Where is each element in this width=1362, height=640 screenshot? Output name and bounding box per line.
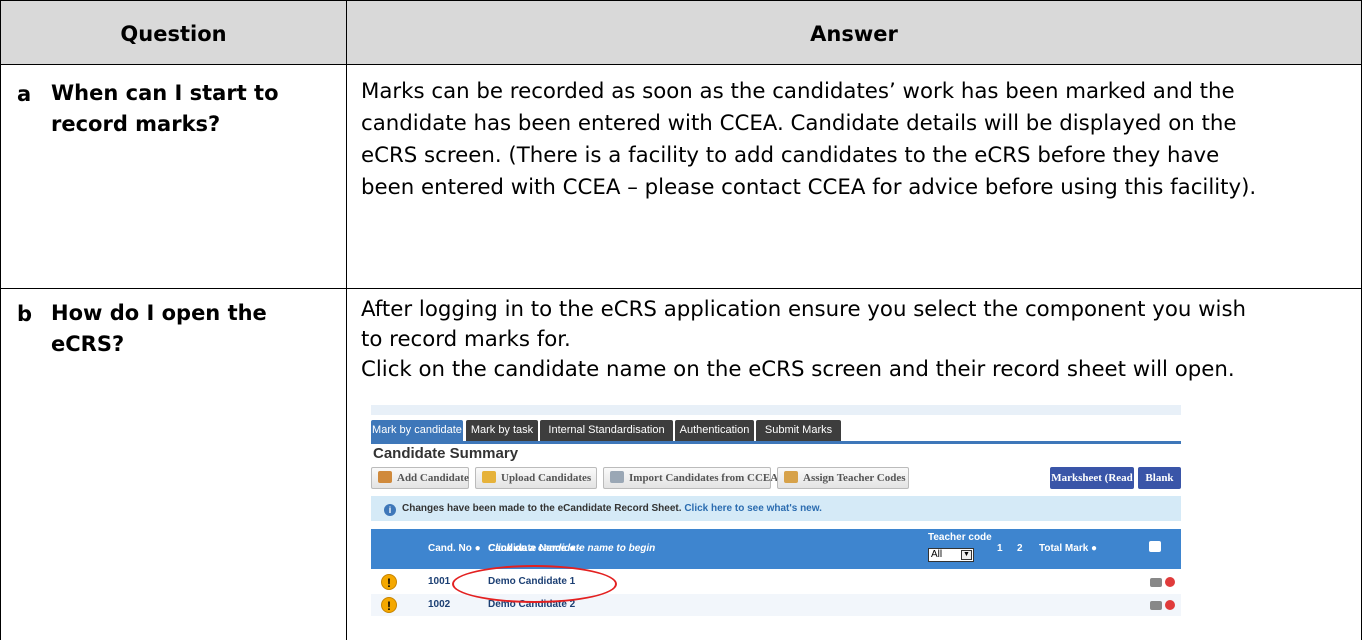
candidate-number: 1002: [428, 599, 451, 610]
tab-mark-by-candidate[interactable]: Mark by candidate: [371, 420, 463, 441]
add-user-icon: [378, 471, 392, 483]
tab-submit-marks[interactable]: Submit Marks: [756, 420, 841, 441]
import-candidates-button[interactable]: Import Candidates from CCEA: [603, 467, 778, 489]
candidate-number: 1001: [428, 576, 451, 587]
upload-candidates-button[interactable]: Upload Candidates: [475, 467, 597, 489]
row-letter-b: b: [17, 302, 33, 326]
column-teacher-code: Teacher code: [928, 532, 992, 543]
import-candidates-label: Import Candidates from CCEA: [629, 472, 779, 484]
table-border-top: [0, 0, 1362, 1]
add-candidate-button[interactable]: Add Candidate: [371, 467, 469, 489]
question-b: How do I open the eCRS?: [51, 298, 267, 360]
answer-a-line-2: candidate has been entered with CCEA. Ca…: [361, 111, 1237, 136]
printer-icon[interactable]: [1150, 601, 1162, 610]
remove-icon[interactable]: [1165, 577, 1175, 587]
users-icon: [784, 471, 798, 483]
upload-icon: [482, 471, 496, 483]
table-border-left: [0, 0, 1, 640]
warning-icon: !: [381, 597, 397, 613]
column-cand-no[interactable]: Cand. No ●: [428, 543, 481, 554]
answer-a: Marks can be recorded as soon as the can…: [361, 76, 1256, 204]
chevron-down-icon: ▼: [961, 550, 972, 560]
answer-a-line-1: Marks can be recorded as soon as the can…: [361, 79, 1235, 104]
column-candidate-name[interactable]: Candidate Name ● - Click on a candidate …: [488, 543, 655, 554]
assign-teacher-codes-button[interactable]: Assign Teacher Codes: [777, 467, 909, 489]
warning-icon: !: [381, 574, 397, 590]
question-header: Question: [120, 22, 227, 46]
column-task-2: 2: [1017, 543, 1023, 554]
column-total-mark[interactable]: Total Mark ●: [1039, 543, 1097, 554]
question-b-line-2: eCRS?: [51, 332, 125, 356]
add-candidate-label: Add Candidate: [397, 472, 469, 484]
answer-a-line-3: eCRS screen. (There is a facility to add…: [361, 143, 1220, 168]
remove-icon[interactable]: [1165, 600, 1175, 610]
column-task-1: 1: [997, 543, 1003, 554]
highlight-ellipse: [452, 565, 617, 603]
printer-icon[interactable]: [1150, 578, 1162, 587]
row-letter-a: a: [17, 82, 32, 106]
answer-header: Answer: [810, 22, 898, 46]
assign-teacher-codes-label: Assign Teacher Codes: [803, 472, 906, 484]
marksheet-read-only-button[interactable]: Marksheet (Read Only): [1050, 467, 1134, 506]
question-a-line-2: record marks?: [51, 112, 221, 136]
answer-b-line-1: After logging in to the eCRS application…: [361, 297, 1247, 322]
answer-b-line-3: Click on the candidate name on the eCRS …: [361, 357, 1235, 382]
screenshot-top-band: [371, 405, 1181, 415]
notice-text: Changes have been made to the eCandidate…: [402, 503, 682, 514]
clipboard-icon: [610, 471, 624, 483]
ecrs-screenshot: Mark by candidate Mark by task Internal …: [371, 405, 1181, 640]
info-icon: i: [384, 504, 396, 516]
answer-a-line-4: been entered with CCEA – please contact …: [361, 175, 1257, 200]
teacher-code-select[interactable]: All ▼: [928, 548, 974, 562]
table-border-middle: [346, 0, 347, 640]
tab-authentication[interactable]: Authentication: [675, 420, 754, 441]
candidate-summary-title: Candidate Summary: [373, 445, 519, 462]
answer-b-line-2: to record marks for.: [361, 327, 571, 352]
changes-notice: i Changes have been made to the eCandidat…: [371, 496, 1181, 521]
table-border-row-a: [0, 288, 1362, 289]
blank-ecrs-button[interactable]: Blank eCRS: [1138, 467, 1181, 506]
tab-mark-by-task[interactable]: Mark by task: [466, 420, 538, 441]
question-a: When can I start to record marks?: [51, 78, 279, 140]
question-b-line-1: How do I open the: [51, 301, 267, 325]
table-border-header: [0, 64, 1362, 65]
print-all-icon[interactable]: [1149, 541, 1161, 552]
candidate-table-header: Cand. No ● Candidate Name ● - Click on a…: [371, 529, 1181, 569]
whats-new-link[interactable]: Click here to see what's new.: [684, 503, 822, 514]
column-candidate-name-label: Candidate Name ● -: [488, 543, 582, 554]
question-a-line-1: When can I start to: [51, 81, 279, 105]
teacher-code-selected: All: [931, 549, 943, 560]
tab-underline: [371, 441, 1181, 444]
upload-candidates-label: Upload Candidates: [501, 472, 592, 484]
answer-b: After logging in to the eCRS application…: [361, 295, 1246, 385]
tab-internal-standardisation[interactable]: Internal Standardisation: [540, 420, 673, 441]
